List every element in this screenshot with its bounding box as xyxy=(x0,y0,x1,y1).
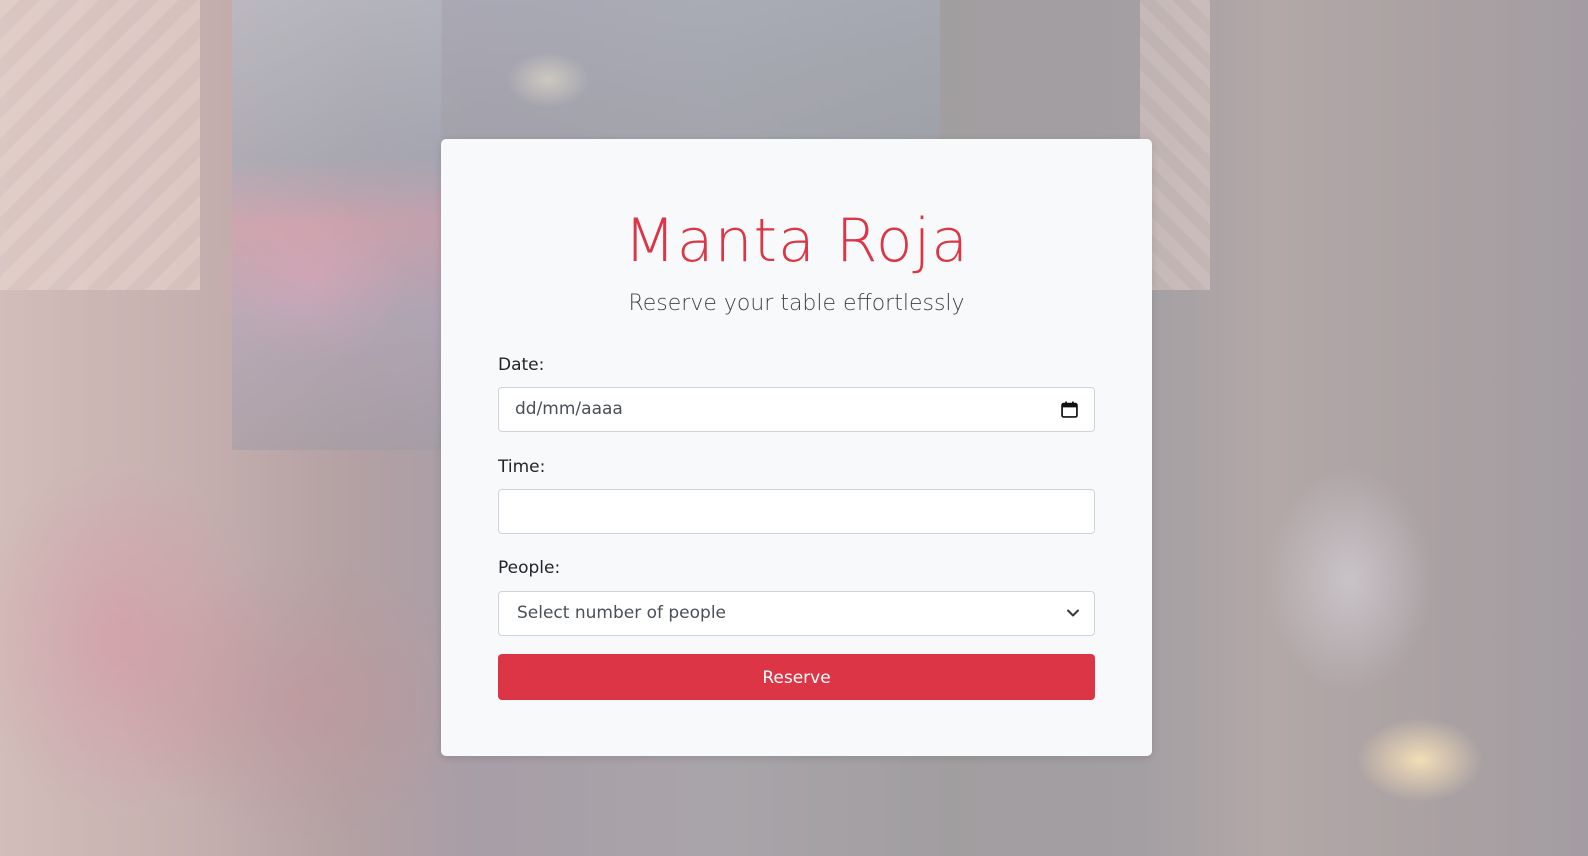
time-label: Time: xyxy=(498,457,546,477)
reservation-card: Manta Roja Reserve your table effortless… xyxy=(441,139,1152,756)
calendar-icon[interactable] xyxy=(1061,401,1078,418)
people-select[interactable]: Select number of people xyxy=(498,591,1095,636)
reserve-button[interactable]: Reserve xyxy=(498,654,1095,700)
date-input-value: dd/mm/aaaa xyxy=(515,399,623,419)
subtitle: Reserve your table effortlessly xyxy=(628,291,965,316)
date-input[interactable]: dd/mm/aaaa xyxy=(498,387,1095,432)
time-input[interactable] xyxy=(498,489,1095,534)
chevron-down-icon xyxy=(1067,609,1079,617)
people-label: People: xyxy=(498,558,561,578)
date-label: Date: xyxy=(498,355,545,375)
restaurant-title: Manta Roja xyxy=(623,206,970,276)
people-select-value: Select number of people xyxy=(517,603,727,623)
